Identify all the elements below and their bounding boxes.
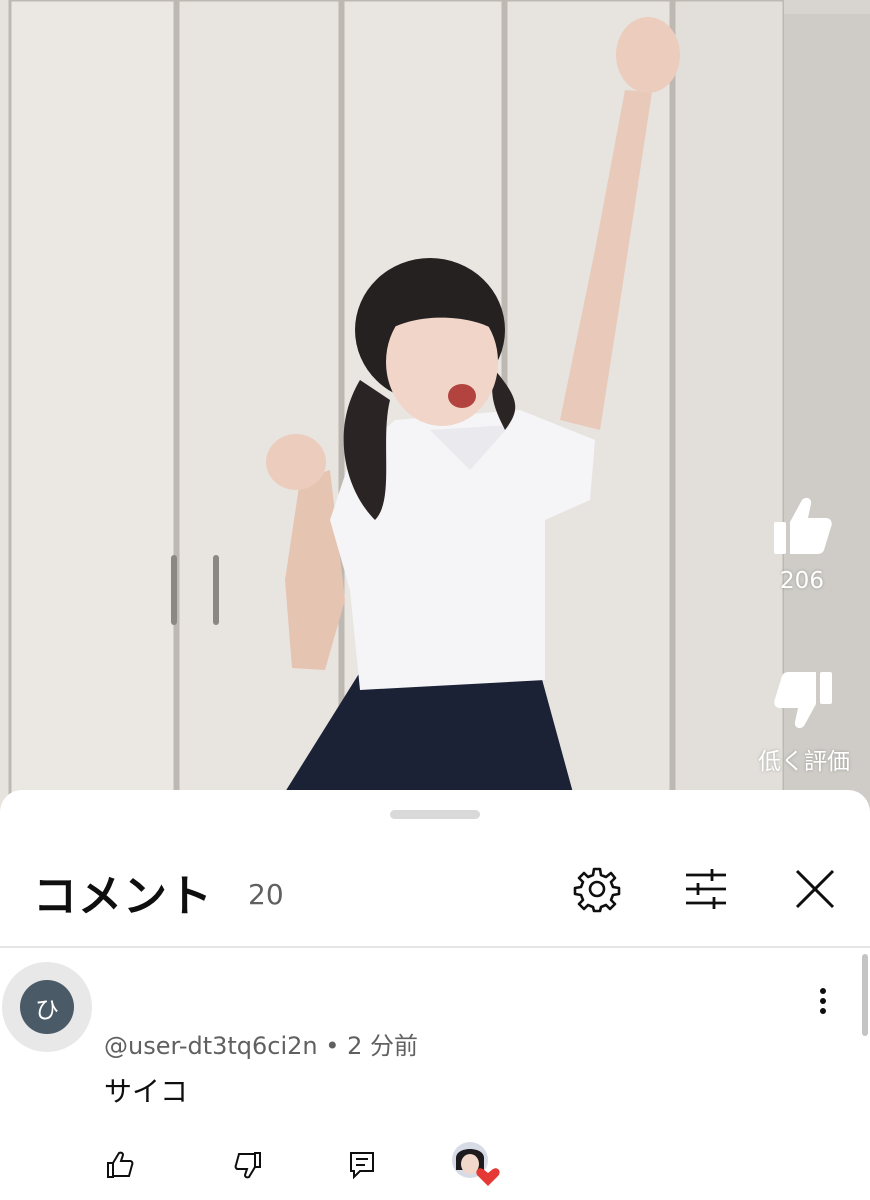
comment-meta: @user-dt3tq6ci2n • 2 分前 — [104, 1026, 418, 1061]
video-frame — [0, 0, 870, 820]
filter-icon — [686, 869, 726, 909]
reply-button[interactable] — [342, 1145, 382, 1185]
thumb-down-icon — [234, 1152, 261, 1179]
like-count: 206 — [780, 568, 824, 594]
dislike-button[interactable]: 低く評価 — [754, 666, 854, 776]
more-button[interactable] — [808, 984, 838, 1018]
comment-like-button[interactable] — [100, 1145, 140, 1185]
close-button[interactable] — [787, 861, 843, 917]
reply-icon — [350, 1152, 374, 1180]
scrollbar[interactable] — [862, 954, 868, 1036]
gear-icon — [573, 867, 621, 913]
meta-separator: • — [317, 1032, 348, 1060]
comment-dislike-button[interactable] — [228, 1145, 268, 1185]
more-vertical-icon — [820, 988, 826, 1014]
video-player[interactable]: 206 低く評価 — [0, 0, 870, 820]
filter-button[interactable] — [678, 861, 734, 917]
close-icon — [795, 869, 835, 909]
creator-heart-icon — [452, 1142, 500, 1186]
dislike-label: 低く評価 — [758, 749, 850, 775]
comment-text: サイコ — [104, 1075, 189, 1108]
thumb-up-icon — [774, 497, 832, 554]
creator-heart-badge — [450, 1140, 502, 1188]
like-button[interactable]: 206 — [752, 492, 852, 594]
comment-author[interactable]: @user-dt3tq6ci2n — [104, 1032, 318, 1060]
thumb-up-icon — [107, 1151, 134, 1178]
comments-title: コメント — [33, 871, 213, 922]
comments-count: 20 — [248, 878, 284, 911]
header-divider — [0, 946, 870, 948]
thumb-down-icon — [774, 672, 832, 729]
drag-handle[interactable] — [390, 810, 480, 819]
avatar[interactable]: ひ — [20, 980, 74, 1034]
settings-button[interactable] — [569, 861, 625, 917]
comment-time: 2 分前 — [347, 1032, 418, 1060]
comments-sheet: コメント 20 ひ @user-dt3tq6ci2n • 2 分前 サイコ — [0, 790, 870, 1200]
